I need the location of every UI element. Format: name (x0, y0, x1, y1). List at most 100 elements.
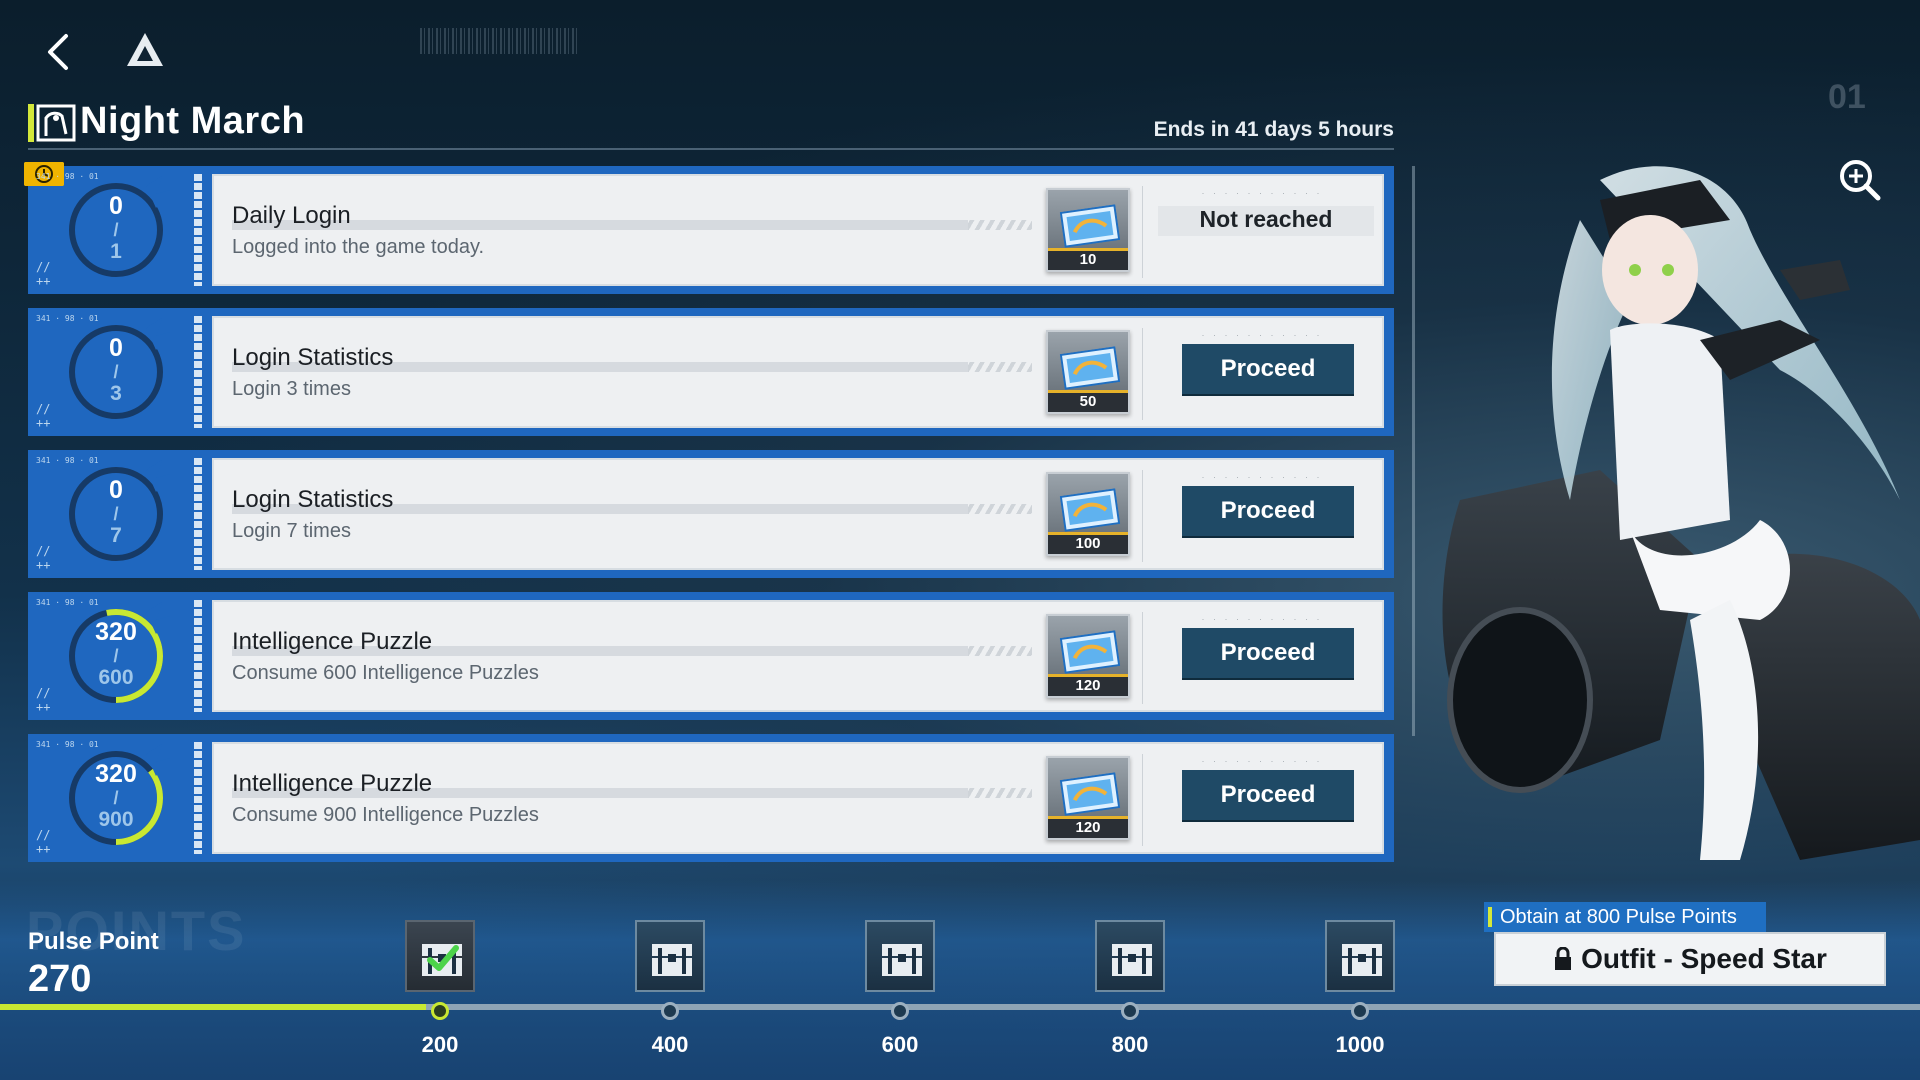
reward-item[interactable]: 100 (1046, 472, 1130, 556)
task-description: Consume 900 Intelligence Puzzles (232, 804, 539, 826)
progress-ring: 320 / 600 (58, 598, 174, 714)
triangle-logo-icon[interactable] (124, 30, 166, 70)
obtain-text: Obtain at 800 Pulse Points (1500, 906, 1737, 928)
reward-item[interactable]: 120 (1046, 756, 1130, 840)
task-card: Intelligence Puzzle Consume 600 Intellig… (212, 600, 1384, 712)
task-list: 341 · 98 · 01 //++ 0 / 1 Daily Login Log… (24, 162, 1394, 876)
ticket-icon (1059, 204, 1121, 248)
task-row: 341 · 98 · 01 //++ 320 / 900 Intelligenc… (28, 734, 1394, 862)
ticket-icon (1059, 630, 1121, 674)
task-name: Login Statistics (232, 486, 394, 513)
card-divider (1142, 186, 1143, 278)
proceed-button[interactable]: Proceed (1182, 628, 1354, 678)
task-description: Consume 600 Intelligence Puzzles (232, 662, 539, 684)
task-card: Login Statistics Login 7 times 100 · · ·… (212, 458, 1384, 570)
progress-current: 0 (109, 334, 123, 362)
treasure-chest-icon[interactable] (405, 920, 475, 992)
zoom-in-icon[interactable] (1836, 156, 1884, 204)
task-description: Logged into the game today. (232, 236, 485, 258)
task-name: Daily Login (232, 202, 351, 229)
stripe-decor (194, 458, 202, 570)
task-name: Login Statistics (232, 344, 394, 371)
progress-slash: / (113, 788, 119, 808)
ticket-icon (1059, 346, 1121, 390)
treasure-chest-icon[interactable] (865, 920, 935, 992)
pulse-point-label: Pulse Point (28, 928, 159, 955)
event-countdown: Ends in 41 days 5 hours (1153, 118, 1394, 141)
hash-decor: //++ (36, 402, 51, 430)
treasure-chest-icon[interactable] (635, 920, 705, 992)
milestone-label: 800 (1111, 1032, 1149, 1057)
treasure-chest-icon[interactable] (1325, 920, 1395, 992)
barcode-decor (420, 28, 580, 54)
chest-graphic (1342, 944, 1382, 976)
status-decor: · · · · · · · · · · · (1201, 614, 1323, 624)
reward-item[interactable]: 50 (1046, 330, 1130, 414)
reward-quantity: 50 (1079, 393, 1097, 410)
event-icon (36, 104, 76, 142)
milestone-label: 200 (421, 1032, 459, 1057)
milestone-800: 800 (1095, 920, 1165, 1057)
milestone-node (891, 1002, 909, 1020)
milestone-400: 400 (635, 920, 705, 1057)
ticket-icon (1059, 488, 1121, 532)
hash-decor: //++ (36, 260, 51, 288)
proceed-button[interactable]: Proceed (1182, 344, 1354, 394)
progress-count: 0 / 3 (58, 334, 174, 405)
milestone-600: 600 (865, 920, 935, 1057)
reward-quantity: 10 (1079, 251, 1097, 268)
milestone-1000: 1000 (1325, 920, 1395, 1057)
lock-icon (1555, 946, 1572, 970)
progress-count: 0 / 1 (58, 192, 174, 263)
stripe-decor (194, 742, 202, 854)
title-row: Night March Ends in 41 days 5 hours (28, 100, 1394, 150)
status-decor: · · · · · · · · · · · (1201, 330, 1323, 340)
progress-total: 900 (98, 808, 134, 831)
page-number-decor: 01 (1828, 78, 1866, 116)
back-icon[interactable] (40, 30, 76, 74)
task-card: Daily Login Logged into the game today. … (212, 174, 1384, 286)
reward-quantity: 120 (1075, 819, 1101, 836)
progress-slash: / (113, 220, 119, 240)
task-row: 341 · 98 · 01 //++ 320 / 600 Intelligenc… (28, 592, 1394, 720)
progress-count: 0 / 7 (58, 476, 174, 547)
outfit-reward-button[interactable]: Outfit - Speed Star (1494, 932, 1886, 986)
proceed-button[interactable]: Proceed (1182, 770, 1354, 820)
page-title: Night March (80, 100, 306, 142)
character-art (1442, 166, 1920, 860)
treasure-chest-icon[interactable] (1095, 920, 1165, 992)
chest-graphic (882, 944, 922, 976)
progress-current: 320 (95, 760, 137, 788)
status-decor: · · · · · · · · · · · (1201, 756, 1323, 766)
title-accent-mark (28, 104, 34, 142)
progress-slash: / (113, 504, 119, 524)
reward-item[interactable]: 120 (1046, 614, 1130, 698)
status-not-reached: Not reached (1199, 206, 1333, 232)
proceed-button[interactable]: Proceed (1182, 486, 1354, 536)
status-decor: · · · · · · · · · · · (1201, 472, 1323, 482)
points-track-fill (0, 1004, 427, 1010)
outfit-name: Outfit - Speed Star (1581, 943, 1827, 974)
pulse-point-value: 270 (28, 958, 92, 1000)
milestone-node (431, 1002, 449, 1020)
reward-quantity: 120 (1075, 677, 1101, 694)
progress-ring: 0 / 7 (58, 456, 174, 572)
task-description: Login 3 times (232, 378, 351, 400)
stripe-decor (194, 316, 202, 428)
progress-ring: 0 / 1 (58, 172, 174, 288)
progress-current: 0 (109, 476, 123, 504)
progress-total: 1 (110, 240, 122, 263)
progress-total: 7 (110, 524, 122, 547)
stripe-decor (194, 174, 202, 286)
progress-current: 320 (95, 618, 137, 646)
task-row: 341 · 98 · 01 //++ 0 / 1 Daily Login Log… (24, 162, 1394, 294)
progress-ring: 0 / 3 (58, 314, 174, 430)
progress-current: 0 (109, 192, 123, 220)
milestone-node (661, 1002, 679, 1020)
reward-quantity: 100 (1075, 535, 1101, 552)
reward-item[interactable]: 10 (1046, 188, 1130, 272)
milestone-label: 600 (881, 1032, 919, 1057)
obtain-accent-mark (1488, 907, 1492, 927)
chest-graphic (1112, 944, 1152, 976)
task-description: Login 7 times (232, 520, 351, 542)
